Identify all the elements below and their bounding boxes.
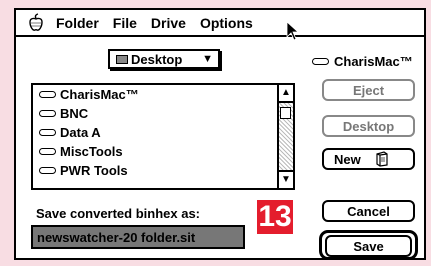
menu-bar: Folder File Drive Options: [16, 10, 424, 37]
folder-icon: [116, 55, 128, 64]
file-list[interactable]: CharisMac™ BNC Data A MiscTools PWR Tool…: [31, 83, 295, 190]
scroll-thumb[interactable]: [280, 107, 291, 119]
disk-icon: [39, 148, 56, 155]
filename-field[interactable]: newswatcher-20 folder.sit: [31, 225, 245, 249]
list-item[interactable]: BNC: [33, 104, 293, 123]
save-prompt-label: Save converted binhex as:: [36, 206, 201, 221]
disk-icon: [39, 129, 56, 136]
save-button[interactable]: Save: [325, 235, 412, 257]
new-folder-label: New: [334, 151, 361, 167]
scroll-up-arrow-icon[interactable]: ▲: [279, 85, 293, 103]
current-volume: CharisMac™: [312, 54, 413, 69]
list-item-label: Data A: [60, 125, 101, 140]
disk-icon: [312, 58, 329, 65]
save-dialog: Folder File Drive Options Desktop ▼ Char…: [14, 8, 426, 260]
mouse-pointer-icon: [286, 21, 300, 41]
list-item[interactable]: Data A: [33, 123, 293, 142]
list-item[interactable]: MiscTools: [33, 142, 293, 161]
volume-name: CharisMac™: [334, 54, 413, 69]
cancel-button[interactable]: Cancel: [322, 200, 415, 222]
new-folder-button[interactable]: New: [322, 148, 415, 170]
list-item-label: MiscTools: [60, 144, 123, 159]
list-item-label: CharisMac™: [60, 87, 139, 102]
disk-icon: [39, 110, 56, 117]
disk-icon: [39, 167, 56, 174]
list-item[interactable]: CharisMac™: [33, 85, 293, 104]
folder-popup-label: Desktop: [131, 51, 183, 67]
step-number-badge: 13: [257, 200, 293, 234]
desktop-button[interactable]: Desktop: [322, 115, 415, 137]
disk-icon: [39, 91, 56, 98]
menu-options[interactable]: Options: [200, 15, 253, 31]
list-scrollbar[interactable]: ▲ ▼: [277, 85, 293, 188]
scroll-down-arrow-icon[interactable]: ▼: [279, 170, 293, 188]
apple-logo-icon[interactable]: [26, 12, 46, 33]
eject-button[interactable]: Eject: [322, 79, 415, 101]
menu-file[interactable]: File: [113, 15, 137, 31]
list-item[interactable]: PWR Tools: [33, 161, 293, 180]
popup-arrow-icon: ▼: [202, 53, 213, 65]
default-button-ring: Save: [319, 230, 418, 260]
list-item-label: BNC: [60, 106, 89, 121]
folder-popup-menu[interactable]: Desktop ▼: [108, 49, 220, 69]
new-folder-icon: [376, 151, 388, 167]
menu-drive[interactable]: Drive: [151, 15, 186, 31]
list-item-label: PWR Tools: [60, 163, 128, 178]
menu-folder[interactable]: Folder: [56, 15, 99, 31]
